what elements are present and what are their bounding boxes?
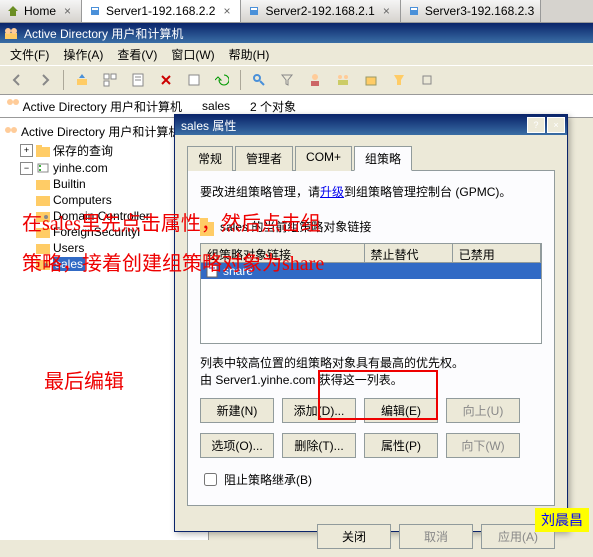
dialog-footer: 关闭 取消 应用(A) xyxy=(175,516,567,557)
domain-icon xyxy=(36,161,50,175)
ou-icon xyxy=(36,257,50,271)
obtained-text: 由 Server1.yinhe.com 获得这一列表。 xyxy=(200,371,542,388)
tab-label: Server1-192.168.2.2 xyxy=(106,4,215,18)
expand-icon[interactable]: + xyxy=(20,144,33,157)
close-button[interactable]: 关闭 xyxy=(317,524,391,549)
box-icon[interactable] xyxy=(414,67,440,93)
address-path: sales xyxy=(202,99,230,113)
object-count: 2 个对象 xyxy=(250,98,296,115)
server-icon xyxy=(247,4,261,18)
tab-general[interactable]: 常规 xyxy=(187,146,233,171)
show-button[interactable] xyxy=(97,67,123,93)
up-button[interactable] xyxy=(69,67,95,93)
dialog-title: sales 属性 xyxy=(181,117,236,134)
props-button[interactable]: 属性(P) xyxy=(364,433,438,458)
ad-icon xyxy=(4,26,18,40)
properties-button[interactable] xyxy=(125,67,151,93)
col-link[interactable]: 组策略对象链接 xyxy=(201,244,365,262)
folder-icon xyxy=(36,144,50,158)
ad-icon xyxy=(6,97,20,111)
dialog-titlebar[interactable]: sales 属性 ? × xyxy=(175,115,567,135)
down-button: 向下(W) xyxy=(446,433,520,458)
up-button: 向上(U) xyxy=(446,398,520,423)
close-icon[interactable]: × xyxy=(60,4,75,18)
config-button[interactable] xyxy=(181,67,207,93)
dialog-tabs: 常规 管理者 COM+ 组策略 xyxy=(187,145,555,171)
tab-grouppolicy[interactable]: 组策略 xyxy=(354,146,412,171)
ou-icon xyxy=(36,209,50,223)
new-group-button[interactable] xyxy=(330,67,356,93)
tab-label: Server3-192.168.2.3 xyxy=(425,4,534,18)
menu-window[interactable]: 窗口(W) xyxy=(165,44,220,65)
cancel-button: 取消 xyxy=(399,524,473,549)
delete-button[interactable]: 删除(T)... xyxy=(282,433,356,458)
tab-managedby[interactable]: 管理者 xyxy=(235,146,293,171)
close-icon[interactable]: × xyxy=(379,4,394,18)
toolbar xyxy=(0,66,593,95)
tab-content: 要改进组策略管理，请升级到组策略管理控制台 (GPMC)。 sales 的当前组… xyxy=(187,171,555,506)
separator xyxy=(240,70,241,90)
list-label: sales 的当前组策略对象链接 xyxy=(220,218,371,235)
menu-help[interactable]: 帮助(H) xyxy=(223,44,276,65)
menu-file[interactable]: 文件(F) xyxy=(4,44,55,65)
server-icon xyxy=(88,4,102,18)
window-titlebar: Active Directory 用户和计算机 xyxy=(0,23,593,43)
funnel-icon[interactable] xyxy=(386,67,412,93)
gpmc-notice: 要改进组策略管理，请升级到组策略管理控制台 (GPMC)。 xyxy=(200,183,542,200)
menubar: 文件(F) 操作(A) 查看(V) 窗口(W) 帮助(H) xyxy=(0,43,593,66)
properties-dialog: sales 属性 ? × 常规 管理者 COM+ 组策略 要改进组策略管理，请升… xyxy=(174,114,568,532)
close-button[interactable]: × xyxy=(547,117,565,133)
new-button[interactable]: 新建(N) xyxy=(200,398,274,423)
tab-server3[interactable]: Server3-192.168.2.3 xyxy=(401,0,541,22)
folder-icon xyxy=(36,241,50,255)
home-icon xyxy=(6,4,20,18)
tab-complus[interactable]: COM+ xyxy=(295,146,352,171)
close-icon[interactable]: × xyxy=(219,4,234,18)
tab-label: Server2-192.168.2.1 xyxy=(265,4,374,18)
add-button[interactable]: 添加(D)... xyxy=(282,398,356,423)
filter-button[interactable] xyxy=(274,67,300,93)
collapse-icon[interactable]: − xyxy=(20,162,33,175)
block-inherit-input[interactable] xyxy=(204,473,217,486)
tab-server2[interactable]: Server2-192.168.2.1 × xyxy=(241,0,400,22)
menu-view[interactable]: 查看(V) xyxy=(111,44,163,65)
find-button[interactable] xyxy=(246,67,272,93)
folder-icon xyxy=(36,177,50,191)
tab-server1[interactable]: Server1-192.168.2.2 × xyxy=(82,0,241,22)
forward-button[interactable] xyxy=(32,67,58,93)
back-button[interactable] xyxy=(4,67,30,93)
gpo-list-header: 组策略对象链接 禁止替代 已禁用 xyxy=(200,243,542,263)
tab-label: Home xyxy=(24,4,56,18)
block-inherit-checkbox[interactable]: 阻止策略继承(B) xyxy=(200,470,542,489)
help-button[interactable]: ? xyxy=(527,117,545,133)
ou-icon xyxy=(200,220,214,234)
separator xyxy=(63,70,64,90)
upgrade-link[interactable]: 升级 xyxy=(320,185,344,199)
folder-icon xyxy=(36,225,50,239)
list-item[interactable]: share xyxy=(201,263,541,279)
browser-tabbar: Home × Server1-192.168.2.2 × Server2-192… xyxy=(0,0,593,23)
address-root: Active Directory 用户和计算机 xyxy=(6,97,182,115)
tab-home[interactable]: Home × xyxy=(0,0,82,22)
folder-icon xyxy=(36,193,50,207)
new-user-button[interactable] xyxy=(302,67,328,93)
refresh-button[interactable] xyxy=(209,67,235,93)
gpo-list[interactable]: share xyxy=(200,263,542,344)
new-ou-button[interactable] xyxy=(358,67,384,93)
menu-action[interactable]: 操作(A) xyxy=(57,44,109,65)
col-nooverride[interactable]: 禁止替代 xyxy=(365,244,453,262)
watermark: 刘晨昌 xyxy=(535,508,589,532)
col-disabled[interactable]: 已禁用 xyxy=(453,244,541,262)
server-icon xyxy=(407,4,421,18)
list-label-row: sales 的当前组策略对象链接 xyxy=(200,218,542,235)
gpo-name: share xyxy=(223,264,253,278)
ad-icon xyxy=(4,125,18,139)
window-title: Active Directory 用户和计算机 xyxy=(24,25,183,42)
options-button[interactable]: 选项(O)... xyxy=(200,433,274,458)
gpo-icon xyxy=(205,264,219,278)
priority-text: 列表中较高位置的组策略对象具有最高的优先权。 xyxy=(200,354,542,371)
delete-button[interactable] xyxy=(153,67,179,93)
edit-button[interactable]: 编辑(E) xyxy=(364,398,438,423)
